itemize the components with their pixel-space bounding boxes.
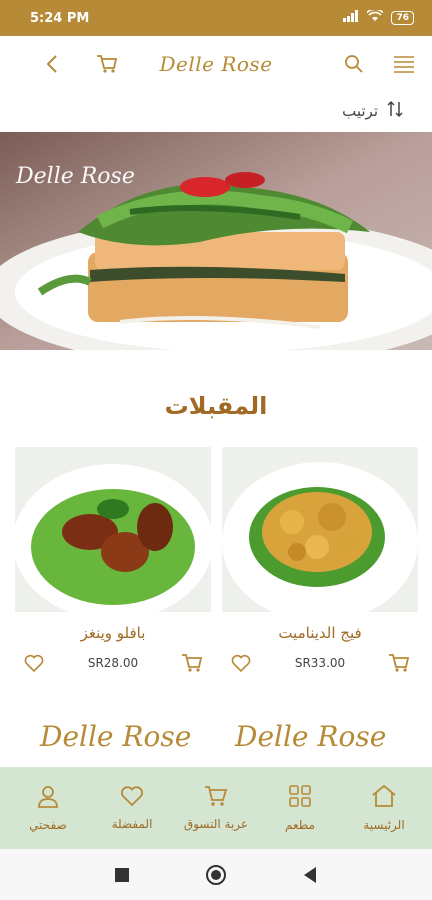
product-card[interactable]: بافلو وينغز SR28.00 bbox=[15, 447, 211, 675]
product-name: بافلو وينغز bbox=[80, 624, 146, 642]
status-icons: 76 bbox=[343, 8, 414, 26]
grid-icon bbox=[288, 784, 312, 812]
status-bar: 5:24 PM 76 bbox=[0, 0, 432, 36]
cart-icon[interactable] bbox=[95, 52, 119, 76]
home-button-icon[interactable] bbox=[204, 863, 228, 887]
heart-icon[interactable] bbox=[230, 652, 252, 674]
search-icon[interactable] bbox=[342, 52, 366, 76]
nav-label: الرئيسية bbox=[363, 818, 405, 832]
system-nav-bar bbox=[0, 849, 432, 900]
status-time: 5:24 PM bbox=[30, 10, 90, 26]
sort-label: ترتيب bbox=[342, 102, 378, 120]
nav-restaurant[interactable]: مطعم bbox=[258, 784, 342, 832]
battery-icon: 76 bbox=[391, 11, 414, 25]
heart-icon bbox=[120, 785, 144, 811]
nav-label: عربة التسوق bbox=[183, 817, 249, 831]
nav-cart[interactable]: عربة التسوق bbox=[174, 785, 258, 831]
back-nav-icon[interactable] bbox=[298, 863, 322, 887]
product-actions: SR33.00 bbox=[222, 652, 418, 674]
nav-profile[interactable]: صفحتي bbox=[6, 784, 90, 832]
brand-logo: Delle Rose bbox=[159, 52, 273, 76]
product-image bbox=[222, 447, 418, 612]
brand-logo-left: Delle Rose bbox=[40, 720, 192, 753]
nav-label: مطعم bbox=[284, 818, 316, 832]
signal-icon bbox=[343, 10, 359, 26]
bottom-nav: الرئيسية مطعم عربة التسوق المفضلة صفحتي bbox=[0, 767, 432, 849]
user-icon bbox=[36, 784, 60, 812]
product-name: فيج الديناميت bbox=[278, 624, 362, 642]
heart-icon[interactable] bbox=[23, 652, 45, 674]
brand-strip: Delle Rose Delle Rose bbox=[0, 712, 432, 768]
home-icon bbox=[371, 784, 397, 812]
cart-icon bbox=[204, 785, 228, 811]
brand-logo-right: Delle Rose bbox=[235, 720, 387, 753]
product-price: SR28.00 bbox=[87, 656, 139, 670]
product-card[interactable]: فيج الديناميت SR33.00 bbox=[222, 447, 418, 675]
menu-icon[interactable] bbox=[392, 52, 416, 76]
add-to-cart-icon[interactable] bbox=[181, 652, 203, 674]
product-price: SR33.00 bbox=[294, 656, 346, 670]
product-actions: SR28.00 bbox=[15, 652, 211, 674]
banner-watermark: Delle Rose bbox=[16, 164, 135, 189]
nav-label: صفحتي bbox=[29, 818, 67, 832]
product-image bbox=[15, 447, 211, 612]
nav-favorites[interactable]: المفضلة bbox=[90, 785, 174, 831]
add-to-cart-icon[interactable] bbox=[388, 652, 410, 674]
nav-label: المفضلة bbox=[111, 817, 153, 831]
section-title: المقبلات bbox=[164, 392, 268, 420]
sort-button[interactable]: ترتيب bbox=[342, 96, 404, 126]
hero-banner[interactable]: Delle Rose bbox=[0, 132, 432, 350]
app-header: Delle Rose bbox=[0, 36, 432, 92]
recents-icon[interactable] bbox=[110, 863, 134, 887]
back-icon[interactable] bbox=[40, 52, 64, 76]
nav-home[interactable]: الرئيسية bbox=[342, 784, 426, 832]
wifi-icon bbox=[366, 8, 385, 26]
sort-icon bbox=[386, 100, 404, 122]
